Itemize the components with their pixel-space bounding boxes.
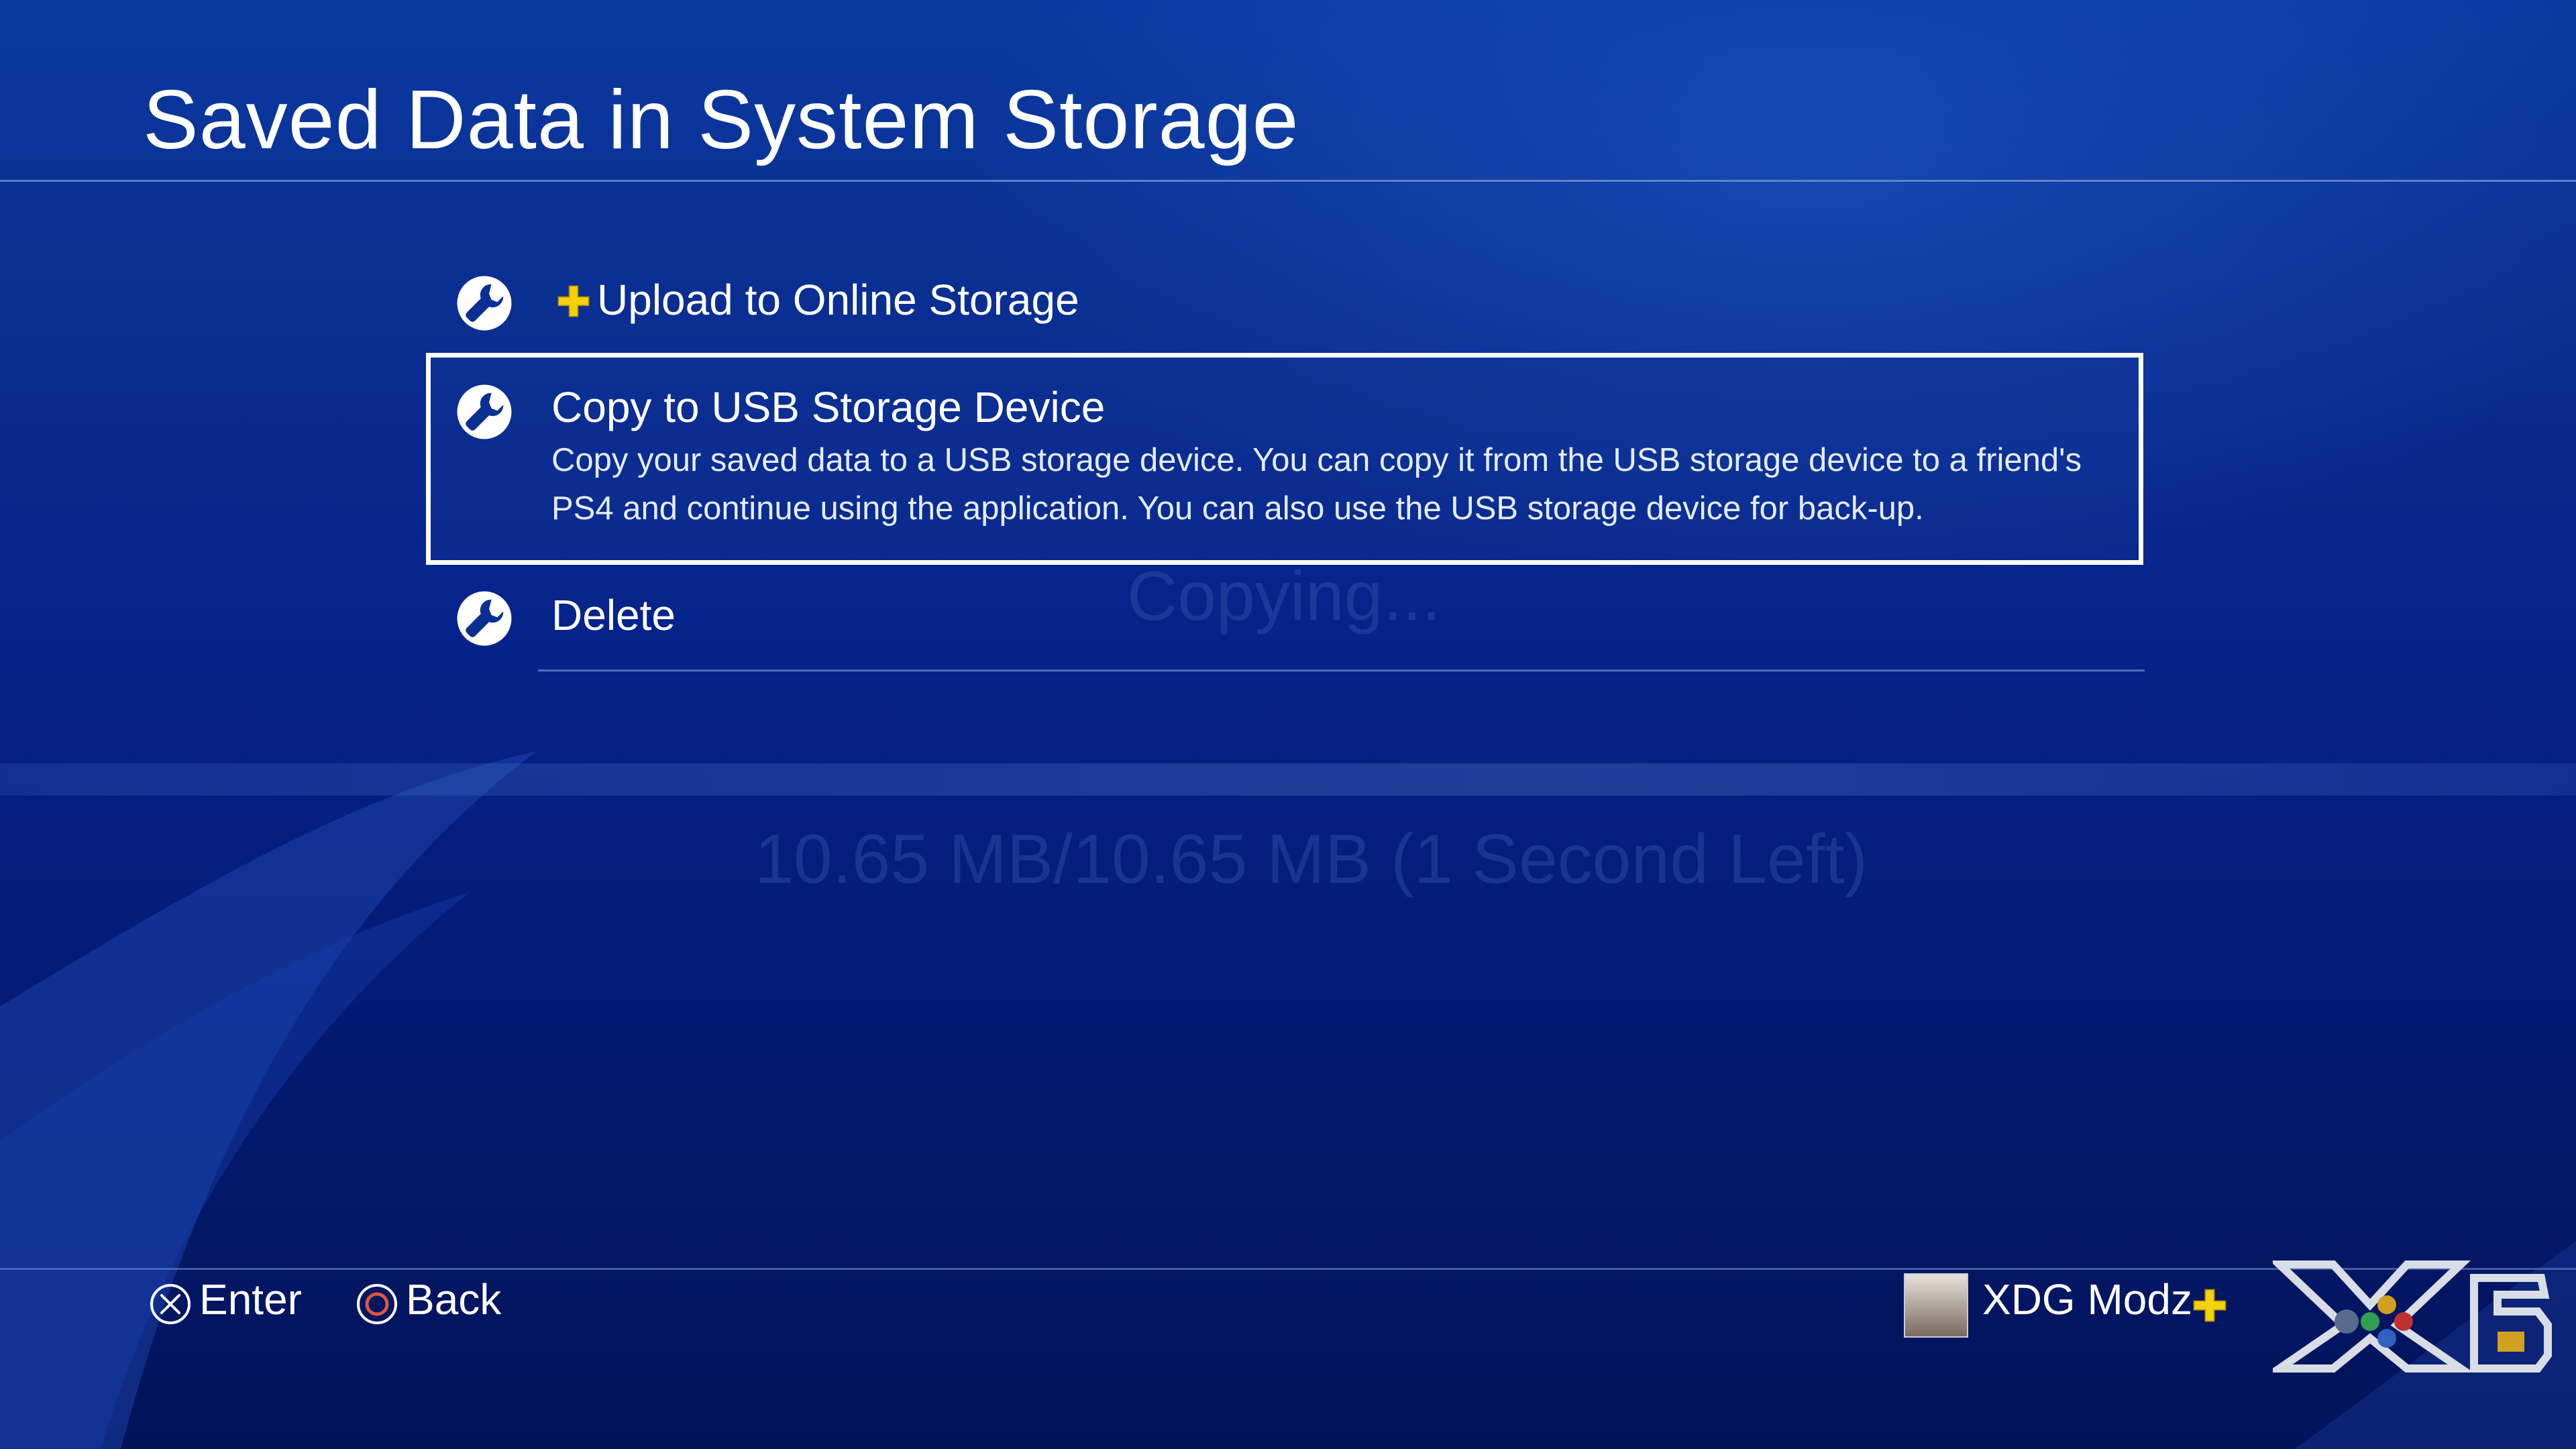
page-title: Saved Data in System Storage xyxy=(143,74,1299,166)
background-wave xyxy=(0,751,2576,1449)
wrench-icon xyxy=(457,384,512,439)
footer-divider xyxy=(0,1268,2576,1270)
menu-item-label: Upload to Online Storage xyxy=(597,276,1079,324)
progress-text: 10.65 MB/10.65 MB (1 Second Left) xyxy=(755,820,1868,898)
menu-divider xyxy=(538,669,2145,672)
ps-plus-icon xyxy=(557,285,590,317)
menu-item-description: Copy your saved data to a USB storage de… xyxy=(551,442,2082,527)
wrench-icon xyxy=(457,591,512,646)
ps-plus-icon xyxy=(2193,1289,2226,1322)
user-name: XDG Modz xyxy=(1982,1275,2192,1324)
avatar xyxy=(1904,1273,1968,1338)
back-label: Back xyxy=(406,1275,502,1324)
cross-button-icon xyxy=(150,1284,191,1324)
ps4-screen: Saved Data in System Storage Copying... … xyxy=(0,0,2576,1449)
wrench-icon xyxy=(457,276,512,331)
progress-band xyxy=(0,763,2576,796)
menu-item-label: Copy to USB Storage Device xyxy=(551,383,1106,431)
title-divider xyxy=(0,180,2576,182)
circle-button-icon xyxy=(357,1284,397,1324)
menu-item-label: Delete xyxy=(551,591,676,639)
xdg-logo-icon xyxy=(2273,1260,2552,1373)
copying-status-text: Copying... xyxy=(1127,557,1442,635)
enter-label: Enter xyxy=(199,1275,302,1324)
